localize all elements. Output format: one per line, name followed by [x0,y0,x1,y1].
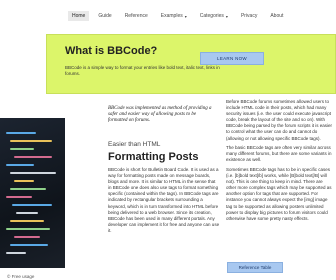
paragraph: The basic BBCode tags are often very sim… [226,145,332,163]
nav-label: Home [72,13,86,19]
section-subheading: Easier than HTML [108,141,161,148]
hero-banner: What is BBCode? BBCode is a simple way t… [46,34,336,94]
nav-item-guide[interactable]: Guide [98,13,111,19]
nav-menu: Home Guide Reference Examples ▾ Categorie… [68,11,296,21]
section-body: BBCode is short for Bulletin Board Code.… [108,167,220,233]
nav-label: Reference [124,13,148,19]
code-line [12,204,52,206]
code-line [10,244,48,246]
hero-title: What is BBCode? [65,45,158,57]
nav-label: About [270,13,284,19]
learn-now-button[interactable]: LEARN NOW [200,52,264,65]
hero-description: BBCode is a simple way to format your en… [65,65,220,76]
code-line [6,228,50,230]
top-navigation: Home Guide Reference Examples ▾ Categorie… [0,0,336,34]
nav-item-privacy[interactable]: Privacy [241,13,257,19]
code-line [6,132,36,134]
code-line [14,236,40,238]
nav-item-home[interactable]: Home [68,11,90,21]
nav-label: Privacy [240,13,258,19]
code-line [10,148,34,150]
code-line [6,164,34,166]
code-line [14,180,34,182]
reference-table-button[interactable]: Reference Table [227,262,283,273]
photo-caption: © Free usage [7,274,35,279]
intro-quote: BBCode was implemented as method of prov… [108,106,212,123]
code-line [14,156,52,158]
code-line [6,252,26,254]
section-heading: Formatting Posts [108,151,199,163]
nav-label: Categories [199,13,224,19]
paragraph: Sometimes BBCode tags has to be in speci… [226,166,332,221]
code-line [10,220,44,222]
nav-item-examples[interactable]: Examples ▾ [161,13,187,19]
chevron-down-icon: ▾ [225,13,228,19]
right-column-text: Before BBCode forums sometimes allowed u… [226,99,333,225]
code-line [6,196,32,198]
chevron-down-icon: ▾ [184,13,187,19]
code-line [10,140,52,142]
nav-label: Examples [160,13,183,19]
paragraph: Before BBCode forums sometimes allowed u… [226,99,333,141]
code-line [10,172,56,174]
nav-item-about[interactable]: About [270,13,283,19]
code-screen-photo [0,118,65,268]
code-line [10,188,46,190]
nav-item-reference[interactable]: Reference [125,13,148,19]
code-line [16,212,38,214]
nav-label: Guide [98,13,112,19]
nav-item-categories[interactable]: Categories ▾ [200,13,228,19]
